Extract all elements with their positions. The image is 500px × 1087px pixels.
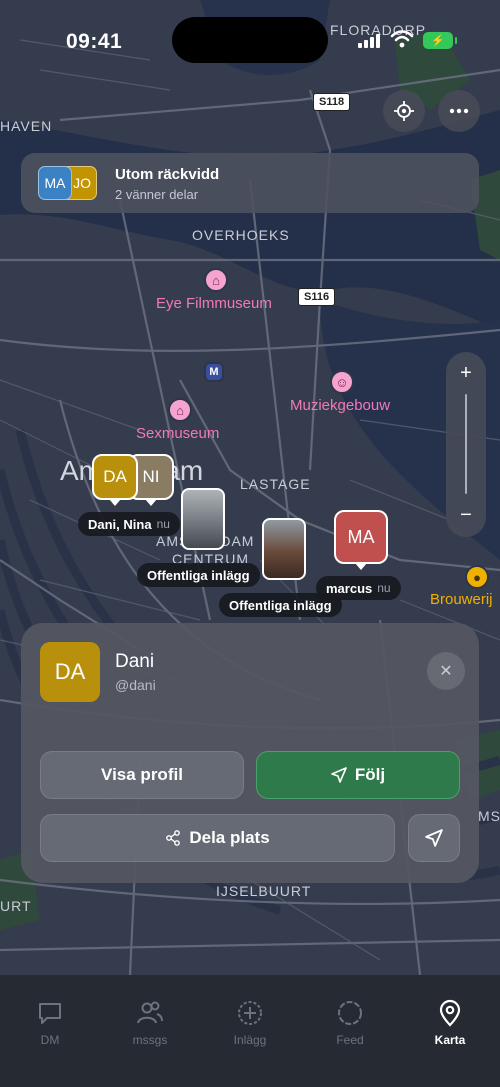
map-label-ms: MS: [478, 808, 500, 824]
road-shield-s118: S118: [313, 93, 351, 111]
banner-title: Utom räckvidd: [115, 166, 220, 183]
map-label-ijselbuurt: IJSELBUURT: [216, 883, 312, 899]
signal-icon: [358, 34, 380, 48]
wifi-icon: [390, 30, 414, 48]
friend-marker-marcus[interactable]: MA: [334, 510, 388, 570]
more-icon: [449, 108, 469, 114]
zoom-slider-track[interactable]: [465, 394, 467, 494]
navigation-arrow-icon: [331, 767, 347, 783]
zoom-out-icon[interactable]: −: [446, 504, 486, 527]
people-icon: [137, 1001, 163, 1024]
more-options-button[interactable]: [438, 90, 480, 132]
map-label-lastage: LASTAGE: [240, 476, 311, 492]
avatar: MA: [38, 166, 72, 200]
museum-icon[interactable]: ⌂: [204, 268, 228, 292]
zoom-in-icon[interactable]: +: [446, 362, 486, 385]
close-button[interactable]: ✕: [427, 652, 465, 690]
tab-feed[interactable]: Feed: [300, 975, 400, 1087]
dynamic-island: [172, 17, 328, 63]
poi-muziekgebouw[interactable]: Muziekgebouw: [290, 397, 390, 414]
share-location-button[interactable]: Dela plats: [40, 814, 395, 862]
tab-dm[interactable]: DM: [0, 975, 100, 1087]
poi-sexmuseum[interactable]: Sexmuseum: [136, 425, 219, 442]
crosshair-icon: [394, 101, 414, 121]
friend-group-label[interactable]: Dani, Nina nu: [78, 512, 180, 536]
out-of-range-banner[interactable]: JO MA Utom räckvidd 2 vänner delar: [21, 153, 479, 213]
navigation-arrow-icon: [425, 829, 443, 847]
tab-karta[interactable]: Karta: [400, 975, 500, 1087]
tab-bar: DM mssgs Inlägg Feed Karta: [0, 975, 500, 1087]
map-label-overhoeks: OVERHOEKS: [192, 227, 290, 243]
map-pin-icon: [439, 999, 461, 1027]
beer-icon[interactable]: ●: [465, 565, 489, 589]
poi-brouwerij[interactable]: Brouwerij: [430, 591, 493, 608]
poi-eye-filmmuseum[interactable]: Eye Filmmuseum: [156, 295, 272, 312]
status-bar: 09:41 ⚡: [0, 0, 500, 70]
share-icon: [166, 830, 181, 846]
view-profile-button[interactable]: Visa profil: [40, 751, 244, 799]
profile-name: Dani: [115, 651, 155, 672]
plus-circle-icon: [238, 1001, 262, 1025]
photo-post-marker[interactable]: [181, 488, 225, 550]
theater-icon[interactable]: ☺: [330, 370, 354, 394]
map-label-urt: URT: [0, 898, 32, 914]
avatar: DA: [40, 642, 100, 702]
metro-icon[interactable]: M: [204, 362, 224, 382]
tab-mssgs[interactable]: mssgs: [100, 975, 200, 1087]
public-posts-label[interactable]: Offentliga inlägg: [137, 563, 260, 587]
profile-handle: @dani: [115, 677, 156, 693]
profile-card: DA Dani @dani ✕ Visa profil Följ Dela pl…: [21, 623, 479, 883]
battery-icon: ⚡: [423, 32, 457, 49]
circle-icon: [338, 1001, 362, 1025]
museum-icon[interactable]: ⌂: [168, 398, 192, 422]
road-shield-s116: S116: [298, 288, 336, 306]
map-label-haven: HAVEN: [0, 118, 53, 134]
banner-subtitle: 2 vänner delar: [115, 187, 199, 202]
zoom-control[interactable]: + −: [446, 352, 486, 537]
close-icon: ✕: [439, 663, 453, 680]
chat-bubble-icon: [39, 1003, 61, 1024]
follow-button[interactable]: Följ: [256, 751, 460, 799]
directions-button[interactable]: [408, 814, 460, 862]
marcus-label[interactable]: marcus nu: [316, 576, 401, 600]
tab-inlagg[interactable]: Inlägg: [200, 975, 300, 1087]
status-time: 09:41: [66, 30, 123, 53]
friend-marker-dani[interactable]: DA: [92, 454, 138, 506]
locate-me-button[interactable]: [383, 90, 425, 132]
photo-post-marker[interactable]: [262, 518, 306, 580]
